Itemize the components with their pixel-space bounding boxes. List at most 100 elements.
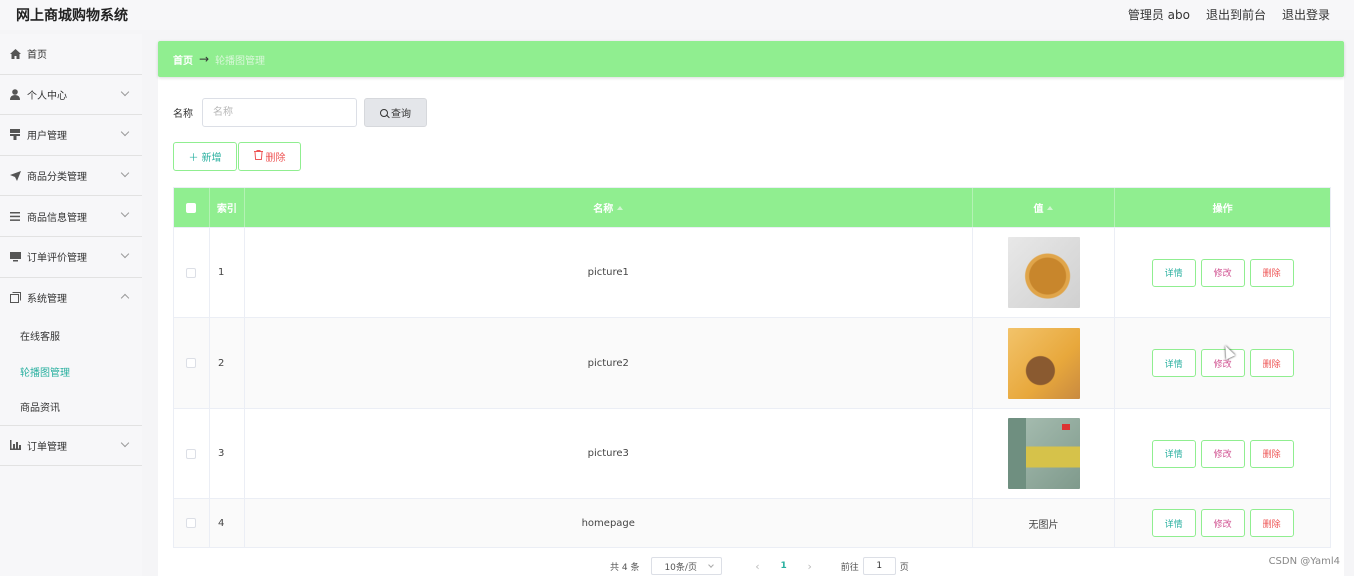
sidebar-item-product-info[interactable]: 商品信息管理 bbox=[0, 196, 142, 237]
sidebar-item-home[interactable]: 首页 bbox=[0, 34, 142, 75]
sidebar-subitem-carousel[interactable]: 轮播图管理 bbox=[0, 354, 142, 390]
prev-page-button[interactable]: ‹ bbox=[752, 560, 762, 573]
row-checkbox[interactable] bbox=[186, 358, 197, 368]
trash-icon bbox=[253, 150, 263, 163]
header-actions: 管理员 abo 退出到前台 退出登录 bbox=[1128, 6, 1330, 23]
chevron-down-icon bbox=[120, 209, 130, 218]
header-value[interactable]: 值 bbox=[973, 188, 1116, 227]
plus-icon: ＋ bbox=[188, 153, 199, 164]
sidebar-item-users[interactable]: 用户管理 bbox=[0, 115, 142, 156]
sidebar: 首页 个人中心 用户管理 商品分类管理 商品信息管理 订单评价管理 系统管理 在… bbox=[0, 34, 142, 576]
row-value: 无图片 bbox=[973, 499, 1116, 547]
select-all-checkbox[interactable] bbox=[186, 202, 197, 213]
chevron-down-icon bbox=[120, 127, 130, 137]
row-actions: 详情 修改 删除 bbox=[1115, 499, 1330, 547]
sidebar-item-orders[interactable]: 订单管理 bbox=[0, 426, 142, 467]
arrow-right-icon: → bbox=[199, 52, 210, 66]
sidebar-item-label: 系统管理 bbox=[27, 294, 67, 306]
row-checkbox[interactable] bbox=[186, 518, 197, 528]
row-checkbox[interactable] bbox=[186, 267, 197, 278]
sidebar-item-label: 首页 bbox=[27, 50, 47, 62]
sidebar-item-label: 订单管理 bbox=[27, 441, 67, 453]
row-actions: 详情 修改 删除 bbox=[1115, 318, 1330, 408]
row-checkbox[interactable] bbox=[186, 448, 197, 459]
goto-label: 前往 bbox=[840, 562, 859, 573]
goto-page-input[interactable] bbox=[862, 557, 896, 575]
row-value bbox=[973, 228, 1116, 317]
table-row: 4 homepage 无图片 详情 修改 删除 bbox=[174, 498, 1330, 547]
list-icon bbox=[9, 210, 21, 222]
thumbnail-image bbox=[1007, 327, 1080, 399]
monitor-icon bbox=[9, 251, 21, 263]
table-row: 1 picture1 详情 修改 删除 bbox=[174, 227, 1330, 317]
detail-button[interactable]: 详情 bbox=[1151, 439, 1196, 468]
send-icon bbox=[9, 170, 21, 182]
sidebar-item-order-review[interactable]: 订单评价管理 bbox=[0, 237, 142, 278]
row-index: 3 bbox=[210, 409, 245, 498]
detail-button[interactable]: 详情 bbox=[1151, 509, 1196, 537]
main-content: 首页 → 轮播图管理 名称 查询 ＋ 新增 删除 索引 名称 值 操作 bbox=[158, 41, 1344, 576]
sort-icon[interactable] bbox=[1047, 205, 1054, 210]
delete-button[interactable]: 删除 bbox=[1249, 439, 1294, 468]
chevron-down-icon bbox=[120, 168, 130, 178]
page-number-current[interactable]: 1 bbox=[780, 561, 786, 571]
add-button[interactable]: ＋ 新增 bbox=[173, 142, 237, 171]
sort-icon[interactable] bbox=[617, 205, 624, 210]
header-name[interactable]: 名称 bbox=[245, 188, 973, 227]
row-name: picture3 bbox=[245, 409, 973, 498]
thumbnail-image bbox=[1007, 237, 1080, 308]
search-label: 名称 bbox=[173, 109, 193, 120]
breadcrumb-home[interactable]: 首页 bbox=[173, 52, 193, 67]
goto-unit: 页 bbox=[899, 562, 909, 573]
next-page-button[interactable]: › bbox=[805, 560, 815, 573]
sidebar-item-personal[interactable]: 个人中心 bbox=[0, 75, 142, 116]
edit-button[interactable]: 修改 bbox=[1200, 258, 1245, 287]
row-value bbox=[973, 318, 1116, 408]
sidebar-item-label: 订单评价管理 bbox=[27, 253, 87, 265]
search-input[interactable] bbox=[202, 98, 357, 127]
breadcrumb-current: 轮播图管理 bbox=[215, 55, 266, 67]
page-size-value: 10条/页 bbox=[664, 562, 697, 573]
chevron-down-icon bbox=[708, 562, 715, 568]
edit-button[interactable]: 修改 bbox=[1200, 439, 1245, 468]
row-index: 2 bbox=[210, 318, 245, 408]
search-button[interactable]: 查询 bbox=[364, 98, 427, 127]
admin-label: 管理员 abo bbox=[1127, 8, 1190, 22]
table-row: 2 picture2 详情 修改 删除 bbox=[174, 317, 1330, 408]
header-select-all[interactable] bbox=[174, 188, 210, 227]
delete-button[interactable]: 删除 bbox=[1249, 349, 1294, 377]
user-icon bbox=[9, 88, 21, 100]
exit-front-link[interactable]: 退出到前台 bbox=[1206, 6, 1266, 23]
sidebar-item-category[interactable]: 商品分类管理 bbox=[0, 156, 142, 197]
row-name: picture2 bbox=[245, 318, 973, 408]
delete-button[interactable]: 删除 bbox=[1249, 509, 1294, 537]
sidebar-subitem-online-service[interactable]: 在线客服 bbox=[0, 318, 142, 354]
table-row: 3 picture3 详情 修改 删除 bbox=[174, 408, 1330, 498]
thumbnail-image bbox=[1007, 418, 1080, 489]
system-submenu: 在线客服 轮播图管理 商品资讯 bbox=[0, 318, 142, 426]
header-name-label: 名称 bbox=[593, 204, 614, 215]
delete-button[interactable]: 删除 bbox=[1249, 258, 1294, 287]
sidebar-item-label: 用户管理 bbox=[27, 131, 67, 143]
pagination-total: 共 4 条 bbox=[610, 562, 640, 573]
batch-delete-button[interactable]: 删除 bbox=[238, 142, 301, 171]
edit-button[interactable]: 修改 bbox=[1200, 509, 1245, 537]
detail-button[interactable]: 详情 bbox=[1151, 349, 1196, 377]
header-index: 索引 bbox=[210, 188, 245, 227]
watermark: CSDN @Yaml4 bbox=[1268, 556, 1340, 567]
detail-button[interactable]: 详情 bbox=[1151, 258, 1196, 287]
search-button-label: 查询 bbox=[391, 109, 411, 120]
sidebar-item-system[interactable]: 系统管理 bbox=[0, 278, 142, 319]
row-name: homepage bbox=[245, 499, 973, 547]
page-size-select[interactable]: 10条/页 bbox=[651, 557, 723, 575]
header-value-label: 值 bbox=[1033, 204, 1044, 215]
home-icon bbox=[9, 48, 21, 60]
logout-link[interactable]: 退出登录 bbox=[1282, 6, 1330, 23]
add-button-label: 新增 bbox=[201, 153, 222, 164]
breadcrumb: 首页 → 轮播图管理 bbox=[158, 41, 1344, 77]
top-header: 网上商城购物系统 管理员 abo 退出到前台 退出登录 bbox=[0, 0, 1354, 30]
chevron-up-icon bbox=[120, 293, 130, 302]
copy-icon bbox=[9, 292, 21, 304]
sidebar-subitem-news[interactable]: 商品资讯 bbox=[0, 389, 142, 425]
chevron-down-icon bbox=[120, 249, 130, 259]
